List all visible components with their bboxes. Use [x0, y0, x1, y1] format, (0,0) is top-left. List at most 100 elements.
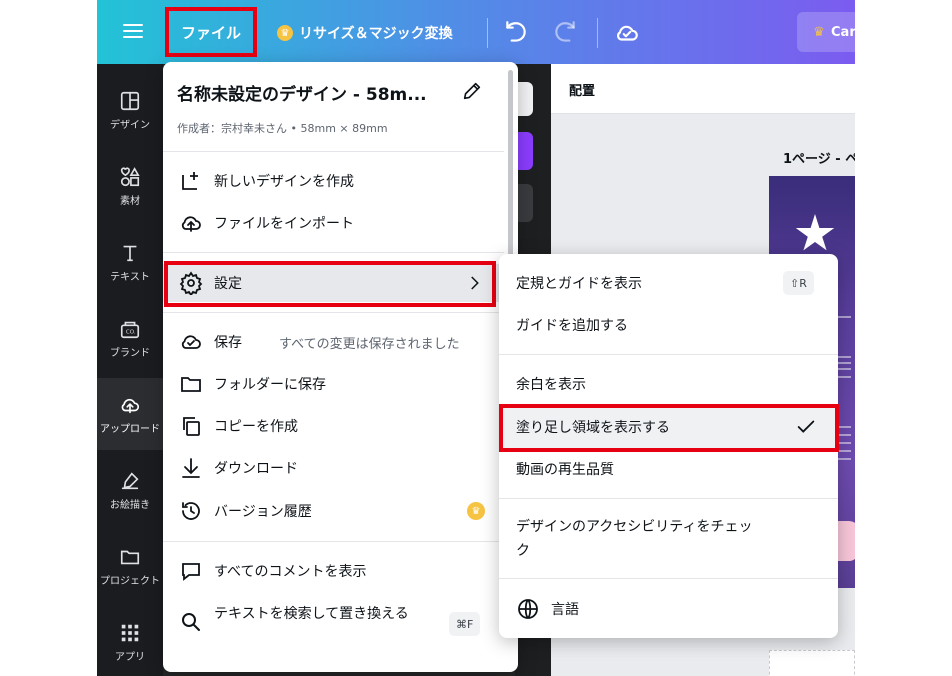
divider: [163, 252, 504, 253]
divider: [163, 312, 504, 313]
star-graphic: [795, 214, 835, 251]
sidebar-label: テキスト: [110, 271, 150, 283]
divider: [499, 578, 838, 579]
folder-icon: [179, 372, 203, 396]
make-copy-label: コピーを作成: [214, 419, 298, 435]
language-item[interactable]: 言語: [499, 588, 838, 630]
rulers-guides-item[interactable]: 定規とガイドを表示 ⇧R: [499, 262, 838, 304]
save-to-folder-item[interactable]: フォルダーに保存: [163, 365, 504, 403]
apps-icon: [121, 624, 139, 641]
elements-icon: [120, 166, 140, 186]
language-label: 言語: [551, 602, 579, 618]
new-design-item[interactable]: 新しいデザインを作成: [163, 162, 504, 200]
upload-icon: [121, 398, 140, 413]
make-copy-item[interactable]: コピーを作成: [163, 407, 504, 445]
cloud-saved-icon[interactable]: [614, 20, 640, 46]
sidebar-item-projects[interactable]: プロジェクト: [97, 530, 163, 602]
version-history-item[interactable]: バージョン履歴 ♛: [163, 492, 504, 530]
show-comments-label: すべてのコメントを表示: [214, 564, 367, 580]
sidebar-item-apps[interactable]: アプリ: [97, 606, 163, 676]
video-quality-label: 動画の再生品質: [516, 462, 614, 478]
globe-icon: [516, 597, 540, 621]
sidebar-item-text[interactable]: テキスト: [97, 226, 163, 298]
sidebar-label: アプリ: [115, 651, 145, 663]
rulers-shortcut: ⇧R: [783, 271, 814, 295]
version-history-label: バージョン履歴: [214, 504, 312, 520]
divider: [163, 151, 504, 152]
download-label: ダウンロード: [214, 461, 298, 477]
import-label: ファイルをインポート: [214, 216, 354, 232]
sidebar-item-draw[interactable]: お絵描き: [97, 454, 163, 526]
video-quality-item[interactable]: 動画の再生品質: [499, 448, 838, 490]
canva-pro-label: Car: [831, 24, 855, 40]
canvas-header: 配置: [551, 64, 855, 114]
save-status-note: すべての変更は保存されました: [279, 336, 460, 352]
divider: [499, 498, 838, 499]
show-comments-item[interactable]: すべてのコメントを表示: [163, 552, 504, 590]
position-panel-title: 配置: [569, 84, 596, 99]
text-icon: [123, 245, 137, 261]
save-item[interactable]: 保存 すべての変更は保存されました: [163, 323, 504, 361]
resize-label: リサイズ＆マジック変換: [299, 26, 453, 42]
divider: [597, 18, 598, 48]
save-to-folder-label: フォルダーに保存: [214, 377, 326, 393]
sidebar-label: お絵描き: [110, 499, 150, 511]
find-replace-item[interactable]: テキストを検索して置き換える ⌘F: [163, 596, 504, 656]
show-margins-label: 余白を表示: [516, 377, 586, 393]
draw-icon: [121, 471, 139, 489]
sidebar-item-brand[interactable]: CO. ブランド: [97, 302, 163, 374]
search-icon: [179, 610, 203, 634]
find-replace-label: テキストを検索して置き換える: [214, 606, 409, 622]
file-menu-button[interactable]: ファイル: [165, 7, 257, 57]
sidebar-label: プロジェクト: [100, 575, 160, 587]
download-item[interactable]: ダウンロード: [163, 449, 504, 487]
cloud-check-icon: [179, 330, 203, 354]
resize-magic-button[interactable]: ♛ リサイズ＆マジック変換: [277, 22, 453, 44]
add-guides-label: ガイドを追加する: [516, 318, 628, 334]
show-bleed-highlight: [499, 404, 839, 452]
new-design-icon: [179, 169, 203, 193]
divider: [163, 541, 504, 542]
top-bar: ファイル ♛ リサイズ＆マジック変換 ♛ Car: [97, 0, 855, 64]
accessibility-item[interactable]: デザインのアクセシビリティをチェック: [499, 508, 838, 570]
show-margins-item[interactable]: 余白を表示: [499, 363, 838, 405]
download-icon: [179, 456, 203, 480]
settings-highlight: [164, 261, 496, 307]
brand-icon: CO.: [120, 321, 140, 338]
copy-icon: [179, 414, 203, 438]
folder-icon: [120, 550, 140, 564]
pencil-icon[interactable]: [461, 80, 483, 102]
new-design-label: 新しいデザインを作成: [214, 174, 354, 190]
canva-pro-button[interactable]: ♛ Car: [797, 12, 855, 52]
layout-icon: [120, 91, 140, 110]
comment-icon: [179, 559, 203, 583]
design-page-2[interactable]: [769, 650, 855, 676]
sidebar-item-elements[interactable]: 素材: [97, 150, 163, 222]
cloud-upload-icon: [179, 211, 203, 235]
crown-icon: ♛: [813, 24, 825, 40]
add-guides-item[interactable]: ガイドを追加する: [499, 304, 838, 346]
svg-text:CO.: CO.: [126, 329, 136, 335]
sidebar-label: デザイン: [110, 119, 150, 131]
sidebar-item-design[interactable]: デザイン: [97, 74, 163, 146]
sidebar-label: ブランド: [110, 347, 150, 359]
crown-icon: ♛: [467, 502, 485, 520]
hamburger-menu-icon[interactable]: [123, 20, 143, 44]
crown-icon: ♛: [277, 25, 293, 41]
import-item[interactable]: ファイルをインポート: [163, 204, 504, 242]
rulers-guides-label: 定規とガイドを表示: [516, 276, 642, 292]
divider: [487, 18, 488, 48]
accessibility-label: デザインのアクセシビリティをチェック: [516, 519, 753, 559]
redo-icon[interactable]: [552, 20, 578, 46]
design-subtitle: 作成者：宗村幸未さん • 58mm × 89mm: [177, 122, 388, 135]
undo-icon[interactable]: [503, 20, 529, 46]
left-sidebar: デザイン 素材 テキスト CO. ブランド アップロード お絵描き プロジェクト: [97, 64, 163, 676]
find-replace-shortcut: ⌘F: [449, 612, 481, 636]
sidebar-label: アップロード: [100, 423, 160, 435]
divider: [499, 354, 838, 355]
sidebar-label: 素材: [120, 195, 140, 207]
design-title[interactable]: 名称未設定のデザイン - 58m...: [177, 80, 427, 105]
history-icon: [179, 499, 203, 523]
sidebar-item-upload[interactable]: アップロード: [97, 378, 163, 450]
scrollbar[interactable]: [508, 70, 513, 260]
